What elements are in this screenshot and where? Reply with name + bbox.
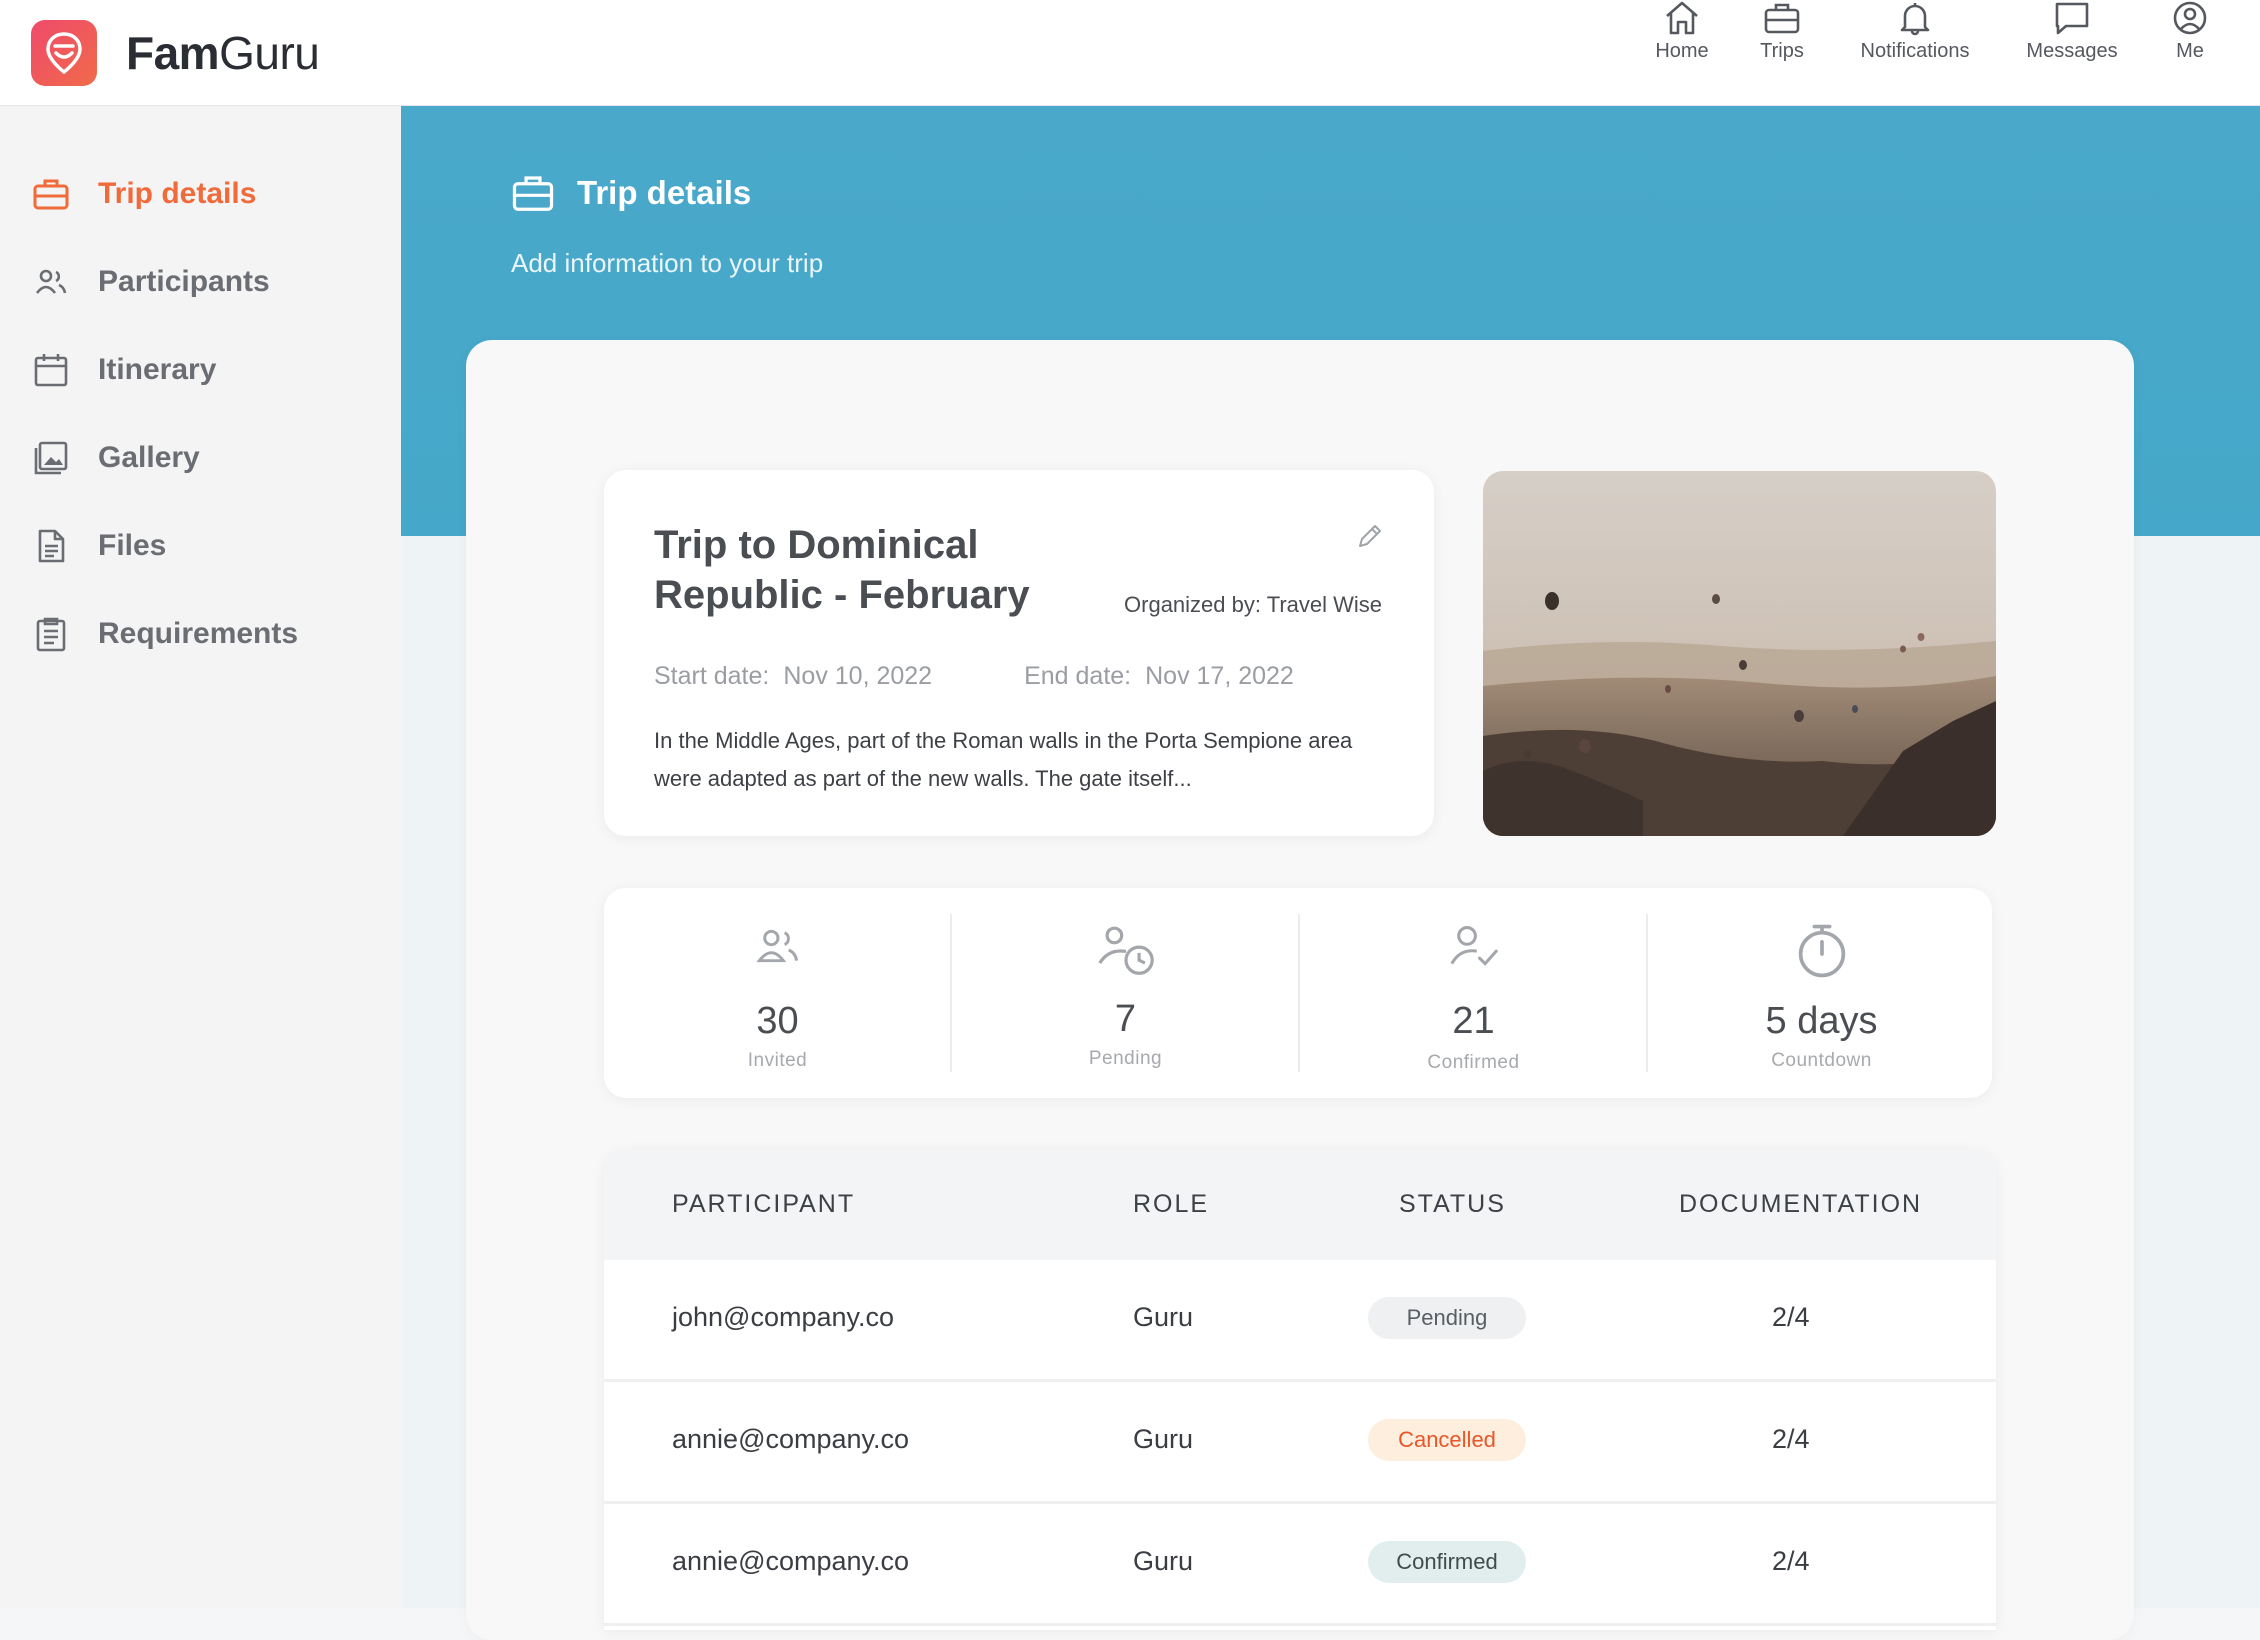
users-icon: [755, 929, 798, 963]
edit-trip-button[interactable]: [1356, 522, 1384, 550]
briefcase-icon: [1764, 3, 1800, 34]
bell-icon: [1900, 3, 1930, 36]
table-header: PARTICIPANT ROLE STATUS DOCUMENTATION: [604, 1150, 1996, 1260]
sidebar-item-gallery[interactable]: Gallery: [32, 434, 200, 482]
participant-role: Guru: [1133, 1424, 1194, 1454]
documentation-count: 2/4: [1772, 1546, 1810, 1576]
trip-description: In the Middle Ages, part of the Roman wa…: [654, 728, 1353, 791]
stat-label: Countdown: [1771, 1050, 1872, 1071]
nav-label-trips: Trips: [1760, 40, 1804, 62]
sidebar-item-files[interactable]: Files: [32, 522, 166, 570]
sidebar-item-itinerary[interactable]: Itinerary: [32, 346, 216, 394]
briefcase-icon: [33, 179, 69, 210]
sidebar-item-requirements[interactable]: Requirements: [32, 610, 298, 658]
sidebar: Trip details Participants Itinerary Gall…: [0, 106, 401, 1608]
nav-label-messages: Messages: [2026, 40, 2118, 62]
sidebar-item-label: Requirements: [98, 617, 299, 650]
clipboard-icon: [36, 617, 66, 652]
nav-home[interactable]: Home: [1648, 0, 1716, 76]
home-icon: [1666, 1, 1698, 35]
sidebar-item-label: Trip details: [98, 177, 257, 210]
users-icon: [35, 269, 67, 294]
page-title-text: Trip details: [577, 174, 752, 211]
nav-me[interactable]: Me: [2168, 0, 2212, 76]
participant-email: annie@company.co: [672, 1424, 910, 1454]
stopwatch-icon: [1798, 924, 1845, 978]
table-row[interactable]: annie@company.co Guru Cancelled 2/4: [604, 1382, 1996, 1504]
start-date-value: Nov 10, 2022: [783, 662, 933, 690]
page-subtitle: Add information to your trip: [511, 248, 824, 278]
brand-name[interactable]: FamGuru: [126, 26, 320, 80]
gallery-icon: [34, 441, 68, 475]
sidebar-item-label: Gallery: [98, 441, 200, 474]
briefcase-icon: [512, 176, 554, 211]
calendar-icon: [34, 354, 68, 387]
trip-summary-card: Trip to Dominical Republic - February Or…: [604, 470, 1434, 836]
column-header-status[interactable]: STATUS: [1399, 1190, 1506, 1219]
sidebar-item-trip-details[interactable]: Trip details: [32, 170, 256, 218]
message-icon: [2055, 2, 2089, 35]
stat-countdown: 5 days Countdown: [1648, 888, 1995, 1098]
participant-email: john@company.co: [672, 1302, 895, 1332]
trip-organizer: Organized by: Travel Wise: [1124, 592, 1382, 617]
column-header-documentation[interactable]: DOCUMENTATION: [1679, 1190, 1922, 1219]
end-date-value: Nov 17, 2022: [1145, 662, 1294, 690]
stat-value: 5 days: [1765, 1000, 1878, 1042]
trip-cover-image[interactable]: [1483, 471, 1996, 836]
documentation-count: 2/4: [1772, 1302, 1810, 1332]
top-navigation-bar: FamGuru Home Trips Notifications Message…: [0, 0, 2260, 106]
trip-title: Trip to Dominical Republic - February: [654, 523, 1030, 617]
file-icon: [38, 529, 65, 563]
brand-name-bold: Fam: [126, 27, 220, 79]
column-header-participant[interactable]: PARTICIPANT: [672, 1190, 855, 1219]
column-header-role[interactable]: ROLE: [1133, 1190, 1209, 1219]
user-check-icon: [1449, 926, 1498, 966]
stat-invited: 30 Invited: [604, 888, 951, 1098]
sidebar-item-participants[interactable]: Participants: [32, 258, 270, 306]
nav-label-home: Home: [1655, 40, 1709, 62]
page-title: Trip details: [511, 172, 751, 214]
nav-trips[interactable]: Trips: [1756, 0, 1808, 76]
stat-value: 7: [1114, 998, 1137, 1040]
stat-pending: 7 Pending: [952, 888, 1299, 1098]
sidebar-item-label: Participants: [98, 265, 270, 298]
status-badge: Confirmed: [1368, 1541, 1526, 1583]
participant-stats-card: 30 Invited 7 Pending 21 Confirmed 5 days…: [604, 888, 1992, 1098]
documentation-count: 2/4: [1772, 1424, 1810, 1454]
nav-label-me: Me: [2176, 40, 2204, 62]
stat-value: 30: [756, 1000, 799, 1042]
trip-dates: Start date: Nov 10, 2022 End date: Nov 17, …: [654, 662, 1294, 691]
status-badge: Pending: [1368, 1297, 1526, 1339]
start-date-label: Start date:: [654, 662, 770, 690]
stat-label: Invited: [747, 1050, 808, 1071]
nav-messages[interactable]: Messages: [2022, 0, 2122, 76]
user-circle-icon: [2173, 1, 2207, 35]
sidebar-item-label: Files: [98, 529, 167, 562]
nav-label-notifications: Notifications: [1860, 40, 1970, 62]
participant-role: Guru: [1133, 1302, 1194, 1332]
user-clock-icon: [1097, 926, 1154, 975]
end-date-label: End date:: [1024, 662, 1132, 690]
participant-role: Guru: [1133, 1546, 1194, 1576]
stat-label: Confirmed: [1427, 1052, 1520, 1073]
nav-notifications[interactable]: Notifications: [1854, 0, 1976, 76]
sidebar-item-label: Itinerary: [98, 353, 217, 386]
stat-label: Pending: [1088, 1048, 1163, 1069]
participant-email: annie@company.co: [672, 1546, 910, 1576]
stat-confirmed: 21 Confirmed: [1300, 888, 1647, 1098]
pencil-icon: [1359, 525, 1381, 547]
famguru-logo-icon[interactable]: [31, 20, 97, 86]
table-row[interactable]: john@company.co Guru Pending 2/4: [604, 1260, 1996, 1382]
stat-value: 21: [1452, 1000, 1495, 1042]
status-badge: Cancelled: [1368, 1419, 1526, 1461]
participants-table: PARTICIPANT ROLE STATUS DOCUMENTATION jo…: [604, 1150, 1996, 1630]
brand-name-light: Guru: [219, 27, 320, 79]
